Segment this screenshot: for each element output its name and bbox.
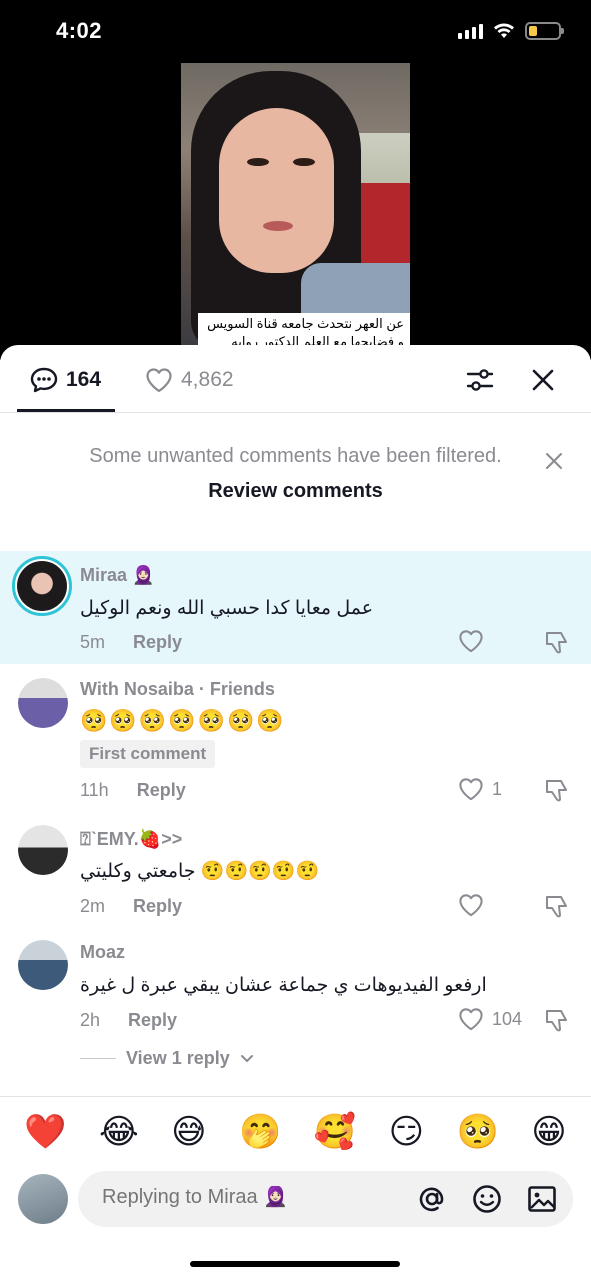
- comment-item[interactable]: ⍰ˋEMY.🍓>> جامعتي وكليتي 🤨🤨🤨🤨🤨 2m Reply: [0, 815, 591, 930]
- heart-outline-icon: [146, 368, 172, 393]
- comment-meta: 11h Reply: [80, 780, 186, 801]
- comment-username[interactable]: ⍰ˋEMY.🍓>>: [80, 829, 182, 850]
- comment-input-container[interactable]: [78, 1171, 573, 1227]
- likes-count: 4,862: [181, 368, 234, 391]
- tab-comments[interactable]: 164: [30, 367, 101, 393]
- comment-bubble-icon: [30, 367, 58, 393]
- reaction-heart[interactable]: ❤️: [24, 1112, 66, 1152]
- like-count: 1: [492, 778, 503, 799]
- reply-button[interactable]: Reply: [137, 780, 186, 801]
- my-avatar[interactable]: [18, 1174, 68, 1224]
- reaction-sweat-smile[interactable]: 😅: [171, 1112, 206, 1152]
- comment-text: جامعتي وكليتي 🤨🤨🤨🤨🤨: [80, 861, 320, 882]
- divider: [80, 1058, 116, 1059]
- video-caption-line: عن العهر نتحدث جامعه قناة السويس: [207, 316, 404, 331]
- reply-button[interactable]: Reply: [133, 896, 182, 917]
- comment-meta: 5m Reply: [80, 632, 182, 653]
- active-tab-indicator: [17, 409, 115, 412]
- reaction-pleading[interactable]: 🥺: [457, 1112, 499, 1152]
- reaction-hand-over-mouth[interactable]: 🤭: [239, 1112, 281, 1152]
- reaction-grin[interactable]: 😁: [531, 1112, 566, 1152]
- like-button[interactable]: [458, 629, 492, 653]
- image-icon[interactable]: [526, 1183, 558, 1215]
- like-button[interactable]: 104: [458, 1007, 522, 1031]
- comments-count: 164: [66, 368, 102, 391]
- heart-outline-icon: [459, 894, 483, 917]
- status-time: 4:02: [56, 18, 103, 43]
- review-comments-link[interactable]: Review comments: [0, 480, 591, 503]
- tab-likes[interactable]: 4,862: [145, 367, 234, 393]
- like-count: 104: [492, 1008, 523, 1029]
- sheet-tabs: 164 4,862: [0, 345, 591, 413]
- view-replies-label: View 1 reply: [126, 1048, 230, 1068]
- reply-button[interactable]: Reply: [128, 1010, 177, 1031]
- mention-icon[interactable]: [416, 1183, 448, 1215]
- like-button[interactable]: [458, 893, 492, 917]
- filter-sliders-icon[interactable]: [465, 365, 495, 395]
- dislike-icon[interactable]: [544, 1007, 570, 1033]
- comment-username[interactable]: Miraa 🧕🏻: [80, 565, 154, 586]
- comment-meta: 2m Reply: [80, 896, 182, 917]
- dislike-icon[interactable]: [544, 777, 570, 803]
- quick-reactions-bar: ❤️ 😂 😅 🤭 🥰 😏 🥺 😁: [0, 1096, 591, 1166]
- avatar[interactable]: [18, 825, 68, 875]
- comment-time: 5m: [80, 632, 106, 652]
- status-bar: 4:02: [0, 0, 591, 64]
- comment-username[interactable]: Moaz: [80, 942, 125, 963]
- close-icon[interactable]: [528, 365, 558, 395]
- comment-item[interactable]: Miraa 🧕🏻 عمل معايا كدا حسبي الله ونعم ال…: [0, 551, 591, 664]
- view-replies-button[interactable]: View 1 reply: [80, 1048, 254, 1069]
- reply-button[interactable]: Reply: [133, 632, 182, 653]
- dislike-icon[interactable]: [544, 893, 570, 919]
- reaction-smirk[interactable]: 😏: [389, 1112, 424, 1152]
- comment-item[interactable]: Moaz ارفعو الفيديوهات ي جماعة عشان يبقي …: [0, 930, 591, 1040]
- comment-text: عمل معايا كدا حسبي الله ونعم الوكيل: [80, 598, 374, 619]
- comment-username[interactable]: With Nosaiba · Friends: [80, 679, 275, 700]
- home-indicator[interactable]: [190, 1261, 400, 1267]
- filtered-notice-text: Some unwanted comments have been filtere…: [89, 445, 502, 467]
- wifi-icon: [494, 23, 514, 38]
- comment-time: 2h: [80, 1010, 101, 1030]
- comment-input-row: [0, 1168, 591, 1238]
- reaction-smiling-hearts[interactable]: 🥰: [314, 1112, 356, 1152]
- avatar[interactable]: [12, 556, 72, 616]
- battery-icon: [525, 22, 564, 40]
- comment-time: 2m: [80, 896, 106, 916]
- first-comment-badge: First comment: [80, 740, 216, 768]
- avatar[interactable]: [18, 678, 68, 728]
- emoji-icon[interactable]: [471, 1183, 503, 1215]
- reaction-tears-of-joy[interactable]: 😂: [99, 1112, 139, 1152]
- comment-input[interactable]: [102, 1186, 402, 1209]
- close-notice-icon[interactable]: [543, 450, 565, 472]
- heart-outline-icon: [459, 778, 483, 801]
- video-frame: [181, 63, 410, 353]
- comment-text: ارفعو الفيديوهات ي جماعة عشان يبقي عبرة …: [80, 975, 487, 996]
- status-icons: [458, 22, 564, 40]
- comment-meta: 2h Reply: [80, 1010, 177, 1031]
- dislike-icon[interactable]: [544, 629, 570, 655]
- heart-outline-icon: [459, 630, 483, 653]
- chevron-down-icon: [240, 1054, 253, 1062]
- heart-outline-icon: [459, 1008, 483, 1031]
- comment-item[interactable]: With Nosaiba · Friends 🥺🥺🥺🥺🥺🥺🥺 First com…: [0, 664, 591, 804]
- video-player[interactable]: 4:02 عن العهر نتحدث جامعه قناة السويس و …: [0, 0, 591, 360]
- comment-emojis: 🥺🥺🥺🥺🥺🥺🥺: [80, 708, 286, 733]
- avatar[interactable]: [18, 940, 68, 990]
- comment-time: 11h: [80, 780, 109, 800]
- like-button[interactable]: 1: [458, 777, 502, 801]
- cellular-signal-icon: [458, 23, 483, 39]
- filtered-notice: Some unwanted comments have been filtere…: [0, 445, 591, 503]
